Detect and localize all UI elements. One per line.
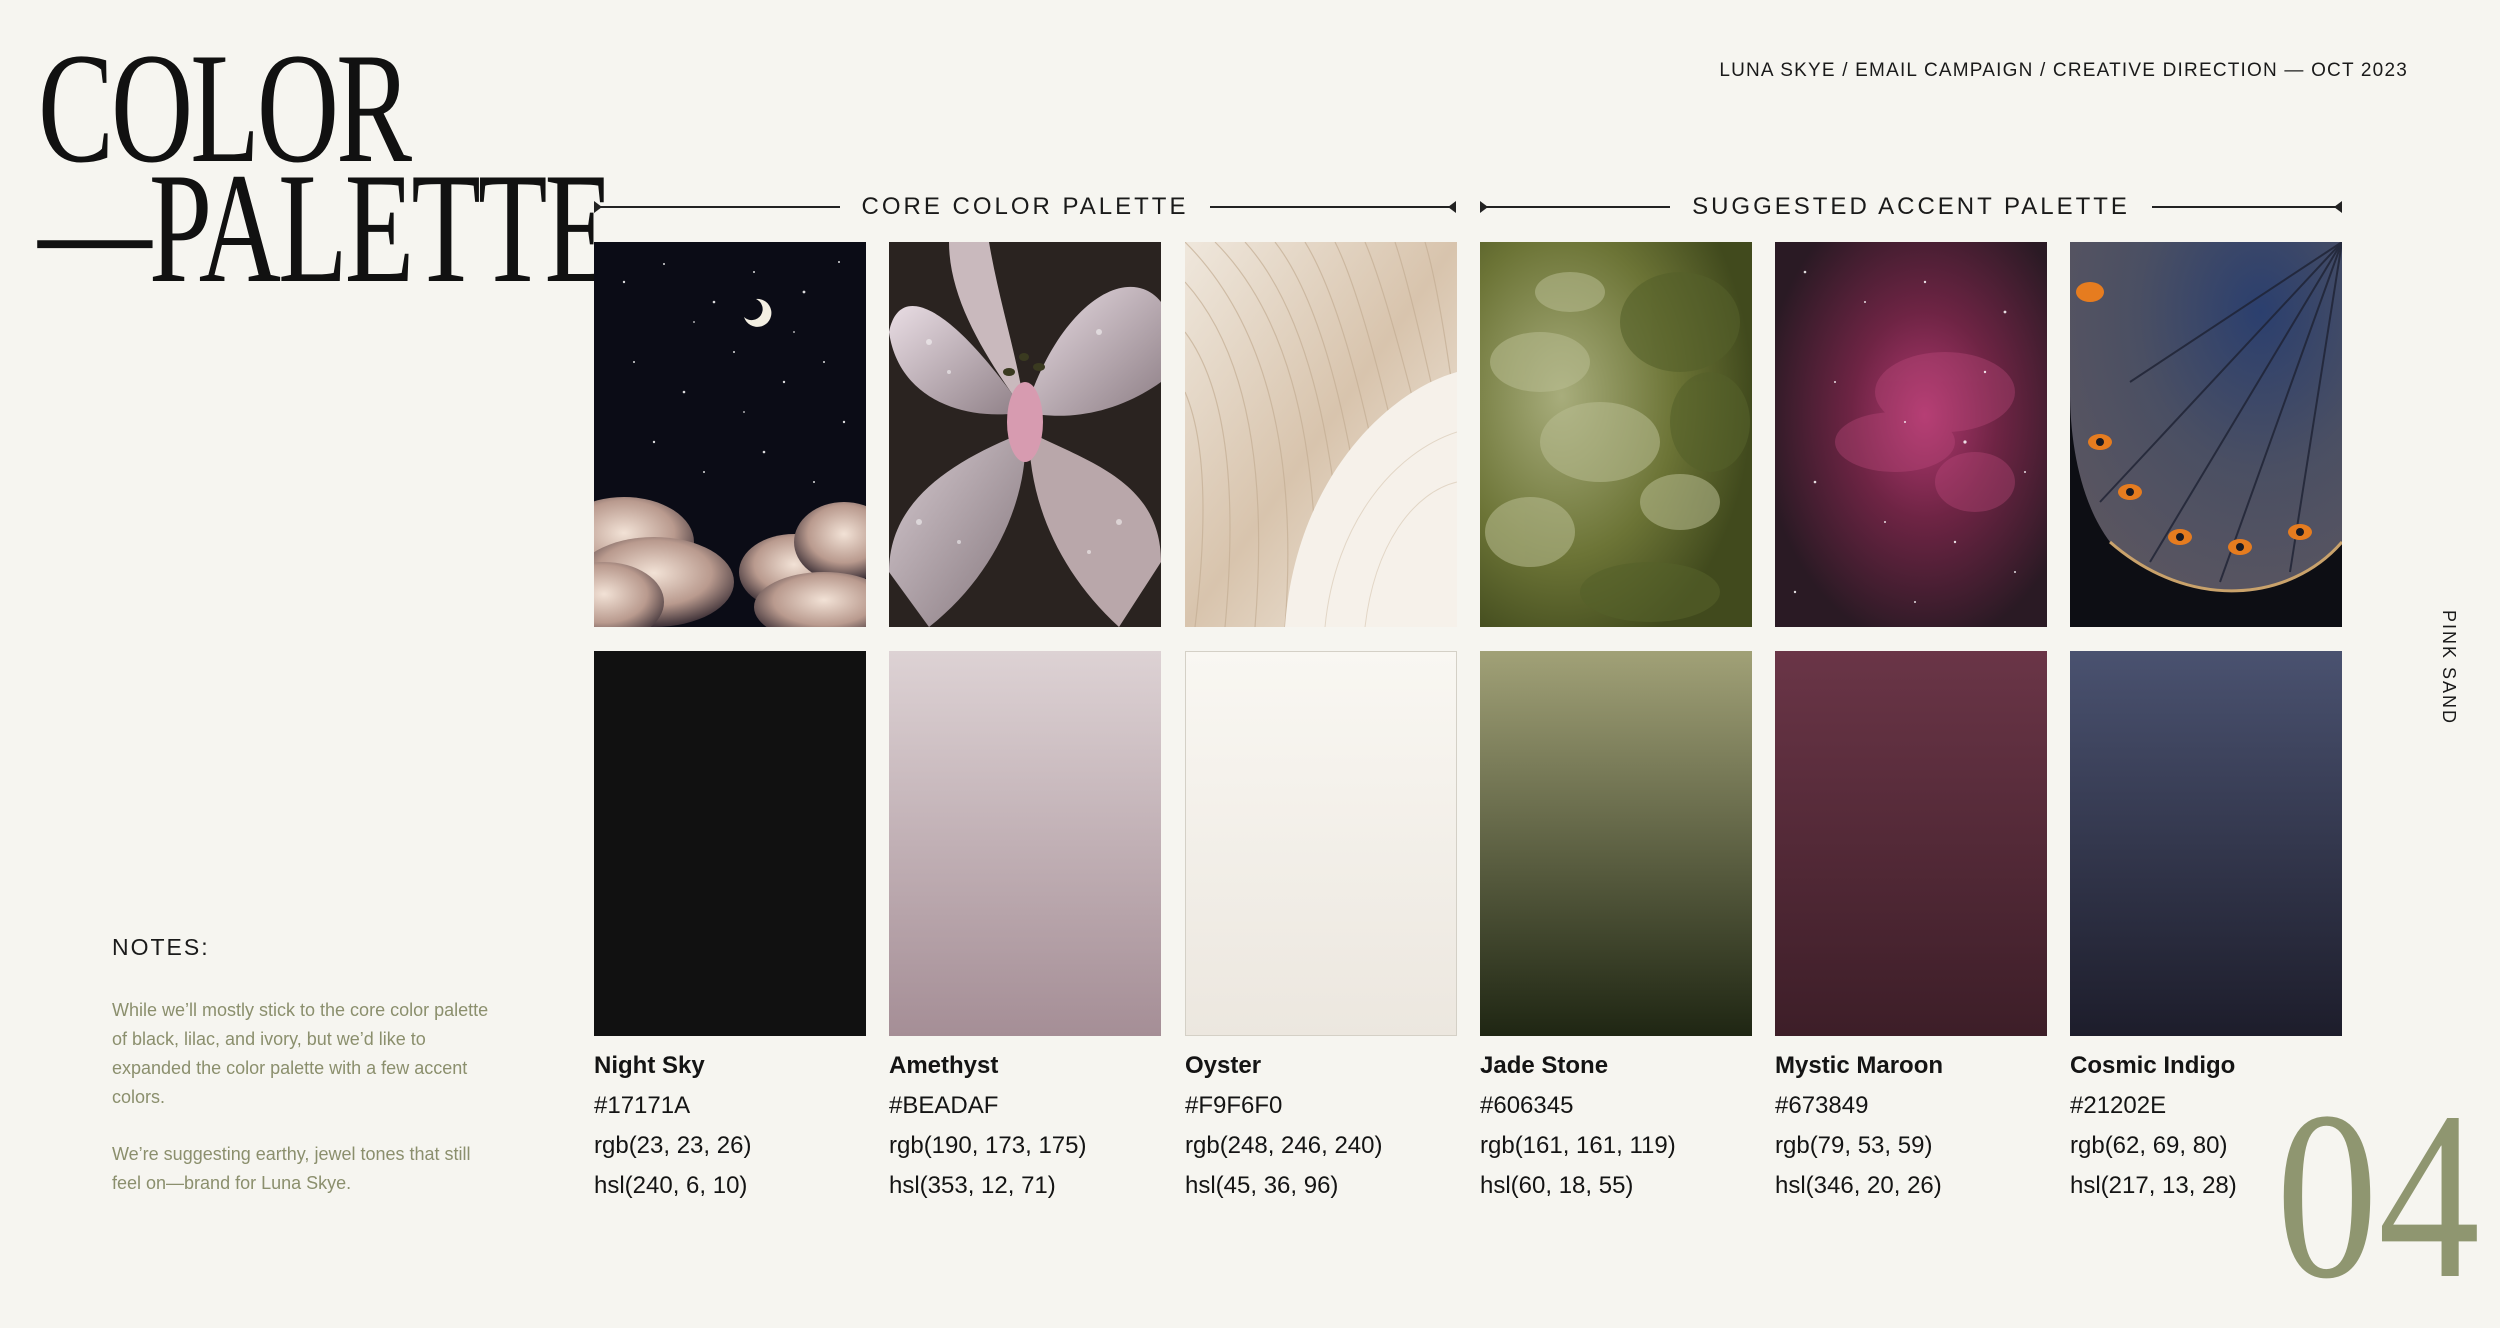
mystic-maroon-photo	[1775, 242, 2047, 627]
color-rgb: rgb(248, 246, 240)	[1185, 1132, 1383, 1159]
night-sky-photo	[594, 242, 866, 627]
color-rgb: rgb(79, 53, 59)	[1775, 1132, 1933, 1159]
title-line-2: —PALETTE	[38, 141, 614, 316]
page-title: COLOR —PALETTE	[38, 21, 614, 316]
jade-stone-photo	[1480, 242, 1752, 627]
color-name: Amethyst	[889, 1052, 999, 1079]
jade-stone-swatch	[1480, 651, 1752, 1036]
notes-paragraph-1: While we’ll mostly stick to the core col…	[112, 1000, 489, 1107]
header-rule	[1480, 201, 1671, 213]
core-palette-label: CORE COLOR PALETTE	[861, 193, 1189, 220]
page-number: 04	[2276, 1062, 2480, 1328]
color-hsl: hsl(346, 20, 26)	[1775, 1172, 1942, 1199]
color-card-mystic-maroon: Mystic Maroon #673849 rgb(79, 53, 59) hs…	[1775, 242, 2047, 1206]
color-rgb: rgb(190, 173, 175)	[889, 1132, 1087, 1159]
color-hsl: hsl(45, 36, 96)	[1185, 1172, 1339, 1199]
color-hex: #BEADAF	[889, 1092, 999, 1119]
color-card-oyster: Oyster #F9F6F0 rgb(248, 246, 240) hsl(45…	[1185, 242, 1457, 1206]
accent-palette-label: SUGGESTED ACCENT PALETTE	[1692, 193, 2130, 220]
color-name: Oyster	[1185, 1052, 1262, 1079]
night-sky-swatch	[594, 651, 866, 1036]
color-hex: #F9F6F0	[1185, 1092, 1283, 1119]
mystic-maroon-swatch	[1775, 651, 2047, 1036]
notes-title: NOTES:	[112, 934, 210, 960]
color-rgb: rgb(23, 23, 26)	[594, 1132, 752, 1159]
accent-palette-header: SUGGESTED ACCENT PALETTE	[1480, 192, 2343, 222]
color-hsl: hsl(240, 6, 10)	[594, 1172, 748, 1199]
color-card-amethyst: Amethyst #BEADAF rgb(190, 173, 175) hsl(…	[889, 242, 1161, 1206]
title-line-1: COLOR	[38, 21, 412, 196]
side-label: PINK SAND	[2439, 610, 2459, 726]
color-hsl: hsl(60, 18, 55)	[1480, 1172, 1634, 1199]
oyster-photo	[1185, 242, 1457, 627]
header-rule	[2151, 201, 2343, 213]
color-hex: #606345	[1480, 1092, 1574, 1119]
color-name: Mystic Maroon	[1775, 1052, 1944, 1079]
color-card-jade-stone: Jade Stone #606345 rgb(161, 161, 119) hs…	[1480, 242, 1752, 1206]
notes-paragraph-2: We’re suggesting earthy, jewel tones tha…	[112, 1144, 471, 1193]
color-rgb: rgb(161, 161, 119)	[1480, 1132, 1676, 1159]
color-name: Jade Stone	[1480, 1052, 1609, 1079]
cosmic-indigo-swatch	[2070, 651, 2342, 1036]
header-rule	[594, 201, 840, 213]
amethyst-swatch	[889, 651, 1161, 1036]
color-name: Night Sky	[594, 1052, 705, 1079]
color-hex: #17171A	[594, 1092, 691, 1119]
amethyst-photo	[889, 242, 1161, 627]
oyster-swatch	[1185, 651, 1457, 1036]
cosmic-indigo-photo	[2070, 242, 2342, 627]
color-hsl: hsl(353, 12, 71)	[889, 1172, 1056, 1199]
color-hex: #673849	[1775, 1092, 1869, 1119]
core-palette-header: CORE COLOR PALETTE	[594, 192, 1457, 222]
header-rule	[1210, 201, 1457, 213]
breadcrumb: LUNA SKYE / EMAIL CAMPAIGN / CREATIVE DI…	[1719, 60, 2408, 81]
color-card-night-sky: Night Sky #17171A rgb(23, 23, 26) hsl(24…	[594, 242, 866, 1206]
